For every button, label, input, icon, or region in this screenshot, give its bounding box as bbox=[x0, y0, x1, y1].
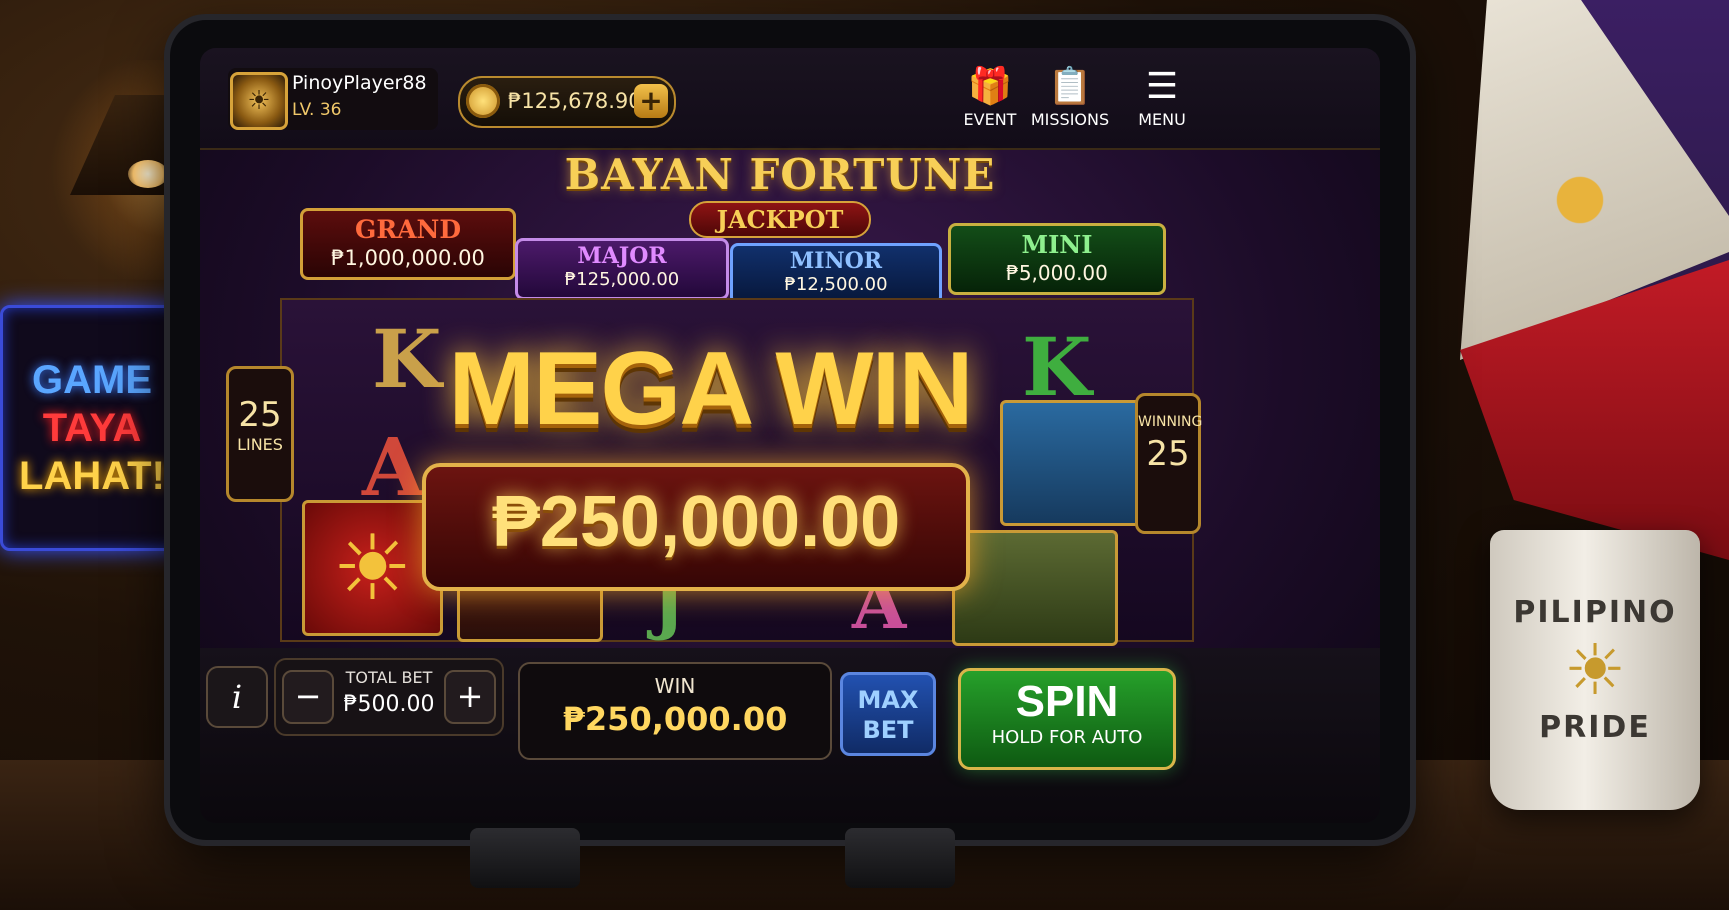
jackpot-mini-amount: ₱5,000.00 bbox=[1006, 261, 1108, 285]
flag-sun-icon bbox=[1540, 160, 1620, 240]
neon-line-3: LAHAT! bbox=[19, 454, 165, 498]
max-bet-line-2: BET bbox=[862, 716, 914, 744]
jackpot-grand-amount: ₱1,000,000.00 bbox=[331, 246, 485, 270]
clipboard-icon: 📋 bbox=[1047, 66, 1093, 107]
lines-label: LINES bbox=[237, 435, 283, 454]
total-bet-value: ₱500.00 bbox=[343, 692, 435, 717]
spin-button[interactable]: SPIN HOLD FOR AUTO bbox=[958, 668, 1176, 770]
mug: PILIPINO ☀ PRIDE bbox=[1490, 530, 1700, 810]
player-name: PinoyPlayer88 bbox=[292, 72, 427, 94]
game-subtitle: JACKPOT bbox=[688, 201, 872, 238]
jackpot-major-amount: ₱125,000.00 bbox=[564, 269, 680, 290]
avatar[interactable]: ☀ bbox=[230, 72, 288, 130]
info-button[interactable]: i bbox=[206, 666, 268, 728]
mug-text-top: PILIPINO bbox=[1513, 595, 1677, 630]
decrease-bet-button[interactable]: − bbox=[282, 670, 334, 724]
missions-label: MISSIONS bbox=[1030, 110, 1110, 129]
menu-button[interactable]: ☰ MENU bbox=[1112, 64, 1212, 140]
rice-terraces-symbol-icon bbox=[952, 530, 1118, 646]
tablet-device: ☀ PinoyPlayer88 LV. 36 ₱125,678.90 + 🎁 E… bbox=[170, 20, 1410, 840]
coin-balance: ₱125,678.90 + bbox=[458, 76, 676, 128]
tablet-stand-left bbox=[470, 828, 580, 888]
game-screen: ☀ PinoyPlayer88 LV. 36 ₱125,678.90 + 🎁 E… bbox=[200, 48, 1380, 823]
player-card[interactable]: ☀ PinoyPlayer88 LV. 36 bbox=[228, 68, 438, 130]
mega-win-title: MEGA WIN bbox=[448, 331, 973, 447]
bet-selector: − TOTAL BET ₱500.00 + bbox=[274, 658, 504, 736]
menu-label: MENU bbox=[1138, 110, 1186, 129]
mega-win-banner: ₱250,000.00 bbox=[422, 463, 970, 591]
win-value: ₱250,000.00 bbox=[562, 700, 788, 738]
jackpot-major-name: MAJOR bbox=[577, 243, 667, 269]
control-bar: i − TOTAL BET ₱500.00 + WIN ₱250,000.00 … bbox=[200, 648, 1380, 823]
menu-icon: ☰ bbox=[1145, 66, 1179, 107]
jackpot-mini: MINI ₱5,000.00 bbox=[948, 223, 1166, 295]
jackpot-grand: GRAND ₱1,000,000.00 bbox=[300, 208, 516, 280]
lines-count: 25 bbox=[238, 395, 282, 435]
winning-indicator: WINNING 25 bbox=[1135, 393, 1203, 534]
max-bet-button[interactable]: MAX BET bbox=[840, 672, 936, 756]
max-bet-line-1: MAX bbox=[857, 686, 919, 714]
game-title: BAYAN FORTUNE bbox=[564, 150, 996, 199]
balance-value: ₱125,678.90 bbox=[508, 89, 642, 113]
jackpot-minor-amount: ₱12,500.00 bbox=[784, 274, 888, 295]
sun-icon: ☀ bbox=[1563, 629, 1627, 711]
lamp-bulb bbox=[128, 160, 168, 188]
spin-hint: HOLD FOR AUTO bbox=[991, 727, 1143, 748]
lines-indicator: 25 LINES bbox=[226, 366, 294, 502]
increase-bet-button[interactable]: + bbox=[444, 670, 496, 724]
missions-button[interactable]: 📋 MISSIONS bbox=[1020, 64, 1120, 140]
top-bar: ☀ PinoyPlayer88 LV. 36 ₱125,678.90 + 🎁 E… bbox=[200, 48, 1380, 150]
player-level: LV. 36 bbox=[292, 100, 342, 120]
jackpot-minor: MINOR ₱12,500.00 bbox=[730, 243, 942, 305]
mega-win-amount: ₱250,000.00 bbox=[491, 482, 901, 562]
winning-label: WINNING bbox=[1138, 414, 1203, 430]
jackpot-minor-name: MINOR bbox=[789, 248, 883, 274]
philippine-flag bbox=[1460, 0, 1729, 560]
win-label: WIN bbox=[654, 674, 696, 698]
coin-icon bbox=[466, 84, 500, 118]
mug-text-bottom: PRIDE bbox=[1539, 710, 1651, 745]
jackpot-mini-name: MINI bbox=[1021, 230, 1093, 259]
neon-sign: GAME TAYA LAHAT! bbox=[0, 305, 184, 551]
jackpot-grand-name: GRAND bbox=[354, 215, 462, 244]
spin-label: SPIN bbox=[1015, 677, 1119, 726]
add-coins-button[interactable]: + bbox=[634, 84, 668, 118]
neon-line-1: GAME bbox=[32, 358, 152, 402]
winning-count: 25 bbox=[1146, 434, 1190, 474]
jackpot-major: MAJOR ₱125,000.00 bbox=[515, 238, 729, 300]
total-bet-label: TOTAL BET bbox=[345, 668, 433, 687]
win-display: WIN ₱250,000.00 bbox=[518, 662, 832, 760]
tablet-stand-right bbox=[845, 828, 955, 888]
neon-line-2: TAYA bbox=[42, 406, 142, 450]
